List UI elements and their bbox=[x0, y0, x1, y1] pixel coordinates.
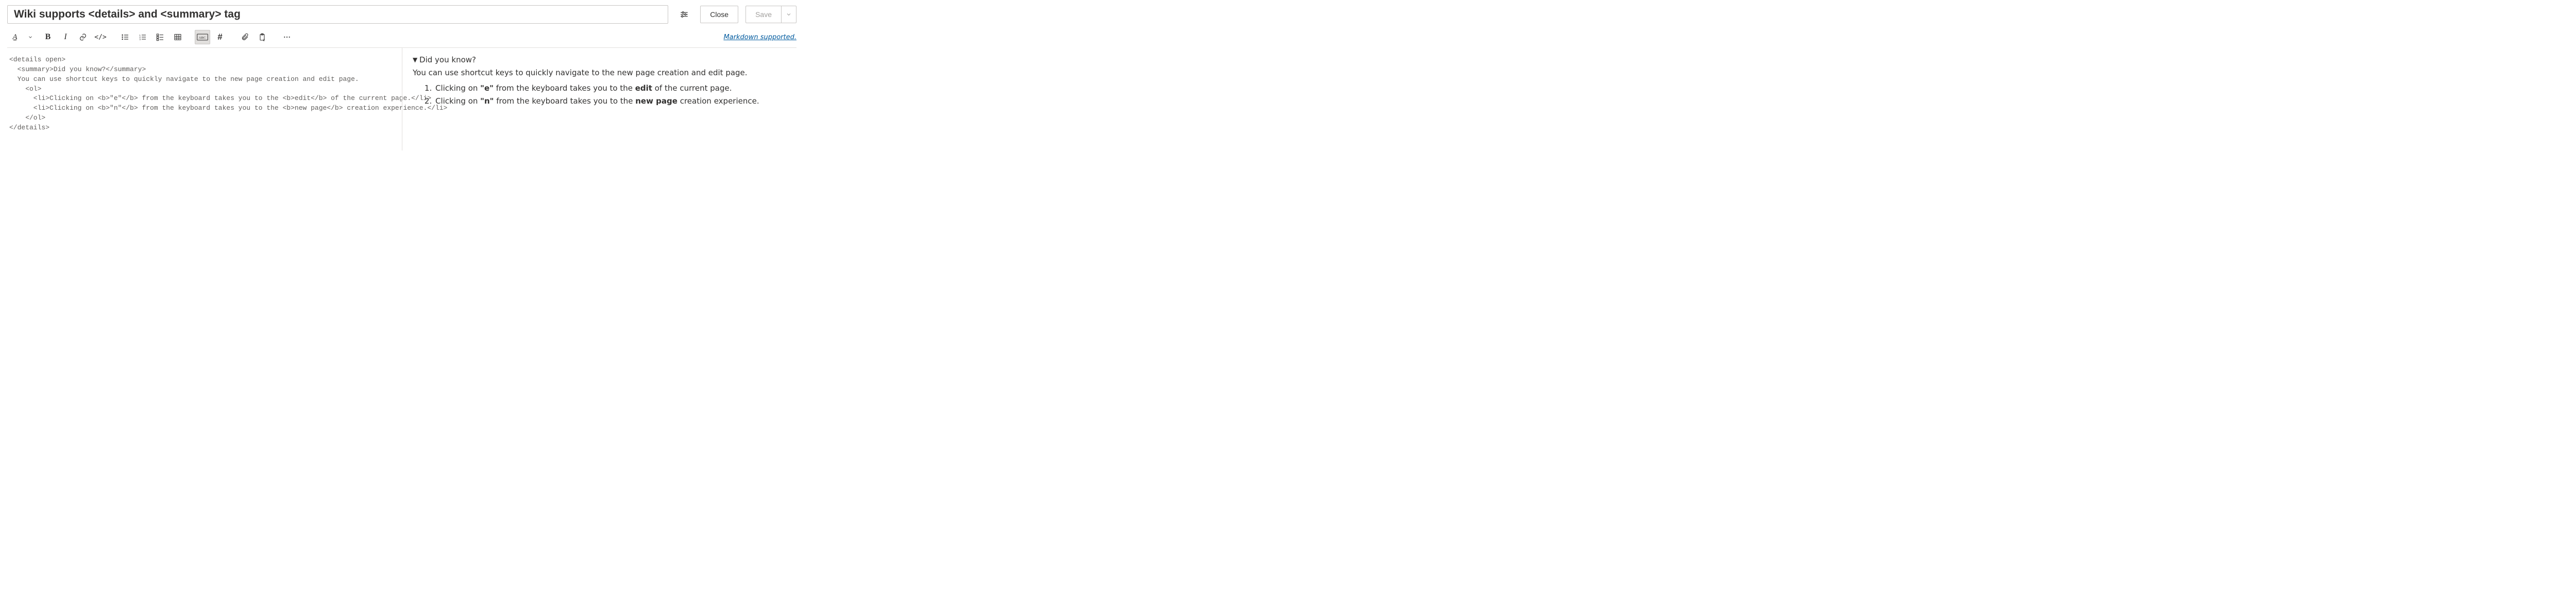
preview-details[interactable]: Did you know? You can use shortcut keys … bbox=[413, 55, 791, 108]
bulleted-list-button[interactable] bbox=[117, 30, 133, 44]
save-button[interactable]: Save bbox=[745, 6, 781, 23]
page-title-input[interactable] bbox=[7, 5, 668, 24]
svg-text:ABC: ABC bbox=[199, 36, 206, 40]
editor-settings-button[interactable] bbox=[675, 6, 693, 23]
chevron-down-icon bbox=[786, 11, 792, 18]
attach-button[interactable] bbox=[237, 30, 252, 44]
header-button[interactable]: # bbox=[212, 30, 228, 44]
preview-pane: Did you know? You can use shortcut keys … bbox=[402, 48, 796, 150]
bulleted-list-icon bbox=[121, 33, 129, 41]
more-button[interactable] bbox=[279, 30, 295, 44]
title-row: Close Save bbox=[7, 5, 796, 24]
numbered-list-button[interactable]: 1 2 3 bbox=[135, 30, 150, 44]
close-button[interactable]: Close bbox=[700, 6, 738, 23]
numbered-list-icon: 1 2 3 bbox=[139, 33, 147, 41]
preview-list: Clicking on "e" from the keyboard takes … bbox=[413, 82, 791, 108]
toolbar-row: A B I </> bbox=[7, 29, 796, 47]
checklist-icon bbox=[156, 33, 164, 41]
source-pane[interactable]: <details open> <summary>Did you know?</s… bbox=[7, 48, 402, 150]
bold-button[interactable]: B bbox=[40, 30, 56, 44]
markdown-supported-link[interactable]: Markdown supported. bbox=[723, 34, 796, 41]
wiki-editor: Close Save A B bbox=[0, 0, 804, 150]
image-button[interactable]: ABC bbox=[195, 30, 210, 44]
hash-icon: # bbox=[217, 32, 222, 42]
checklist-button[interactable] bbox=[152, 30, 168, 44]
ellipsis-icon bbox=[283, 33, 291, 41]
font-color-button[interactable]: A bbox=[7, 30, 23, 44]
font-color-icon: A bbox=[12, 33, 17, 42]
clipboard-icon bbox=[258, 33, 266, 41]
italic-button[interactable]: I bbox=[58, 30, 73, 44]
list-item: Clicking on "e" from the keyboard takes … bbox=[434, 82, 791, 95]
table-icon bbox=[174, 33, 182, 41]
code-icon: </> bbox=[94, 34, 106, 41]
save-button-caret[interactable] bbox=[781, 6, 796, 23]
chevron-down-icon bbox=[28, 35, 33, 40]
sliders-icon bbox=[680, 10, 689, 19]
link-icon bbox=[79, 33, 87, 41]
toolbar: A B I </> bbox=[7, 30, 295, 44]
source-code[interactable]: <details open> <summary>Did you know?</s… bbox=[9, 55, 397, 133]
save-button-group: Save bbox=[745, 6, 796, 23]
svg-text:3: 3 bbox=[139, 38, 141, 41]
italic-icon: I bbox=[64, 32, 66, 42]
table-button[interactable] bbox=[170, 30, 185, 44]
bold-icon: B bbox=[45, 32, 51, 42]
preview-summary[interactable]: Did you know? bbox=[413, 55, 791, 66]
font-color-caret[interactable] bbox=[23, 30, 38, 44]
image-icon: ABC bbox=[197, 34, 208, 41]
preview-body: You can use shortcut keys to quickly nav… bbox=[413, 66, 791, 108]
markdown-supported-wrap: Markdown supported. bbox=[723, 33, 796, 41]
preview-intro: You can use shortcut keys to quickly nav… bbox=[413, 68, 748, 77]
list-item: Clicking on "n" from the keyboard takes … bbox=[434, 95, 791, 108]
editor-split: <details open> <summary>Did you know?</s… bbox=[7, 47, 796, 150]
link-button[interactable] bbox=[75, 30, 91, 44]
paste-button[interactable] bbox=[255, 30, 270, 44]
code-button[interactable]: </> bbox=[93, 30, 108, 44]
paperclip-icon bbox=[241, 33, 249, 41]
